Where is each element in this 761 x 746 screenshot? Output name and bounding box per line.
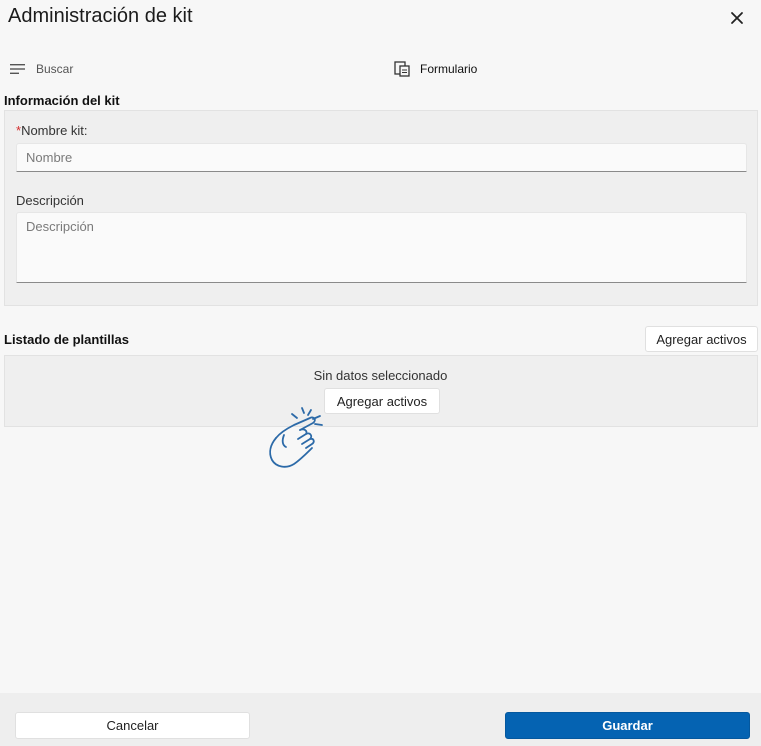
- tab-form-label: Formulario: [420, 62, 478, 76]
- search-label: Buscar: [36, 62, 74, 76]
- description-label: Descripción: [16, 193, 84, 208]
- save-button[interactable]: Guardar: [505, 712, 750, 739]
- empty-add-assets-button[interactable]: Agregar activos: [324, 388, 440, 414]
- empty-message: Sin datos seleccionado: [313, 368, 448, 383]
- kit-name-label-text: Nombre kit:: [21, 123, 88, 138]
- kit-info-title: Información del kit: [4, 93, 120, 108]
- dialog-title: Administración de kit: [8, 5, 193, 27]
- toolbar: Buscar Formulario: [0, 55, 761, 83]
- dialog-header: Administración de kit: [0, 0, 761, 40]
- cancel-button[interactable]: Cancelar: [15, 712, 250, 739]
- templates-title: Listado de plantillas: [4, 332, 129, 347]
- description-input[interactable]: [16, 212, 747, 283]
- add-assets-button[interactable]: Agregar activos: [645, 326, 758, 352]
- close-icon[interactable]: [727, 8, 747, 28]
- close-button[interactable]: [727, 8, 747, 28]
- kit-name-input[interactable]: [16, 143, 747, 172]
- search-toggle[interactable]: Buscar: [10, 60, 73, 78]
- pointing-hand-icon: [269, 407, 323, 468]
- form-document-icon: [394, 61, 410, 77]
- tab-form[interactable]: Formulario: [394, 60, 477, 78]
- kit-name-label: *Nombre kit:: [16, 123, 88, 138]
- dialog-footer: Cancelar Guardar: [0, 693, 761, 746]
- menu-lines-icon: [10, 64, 25, 74]
